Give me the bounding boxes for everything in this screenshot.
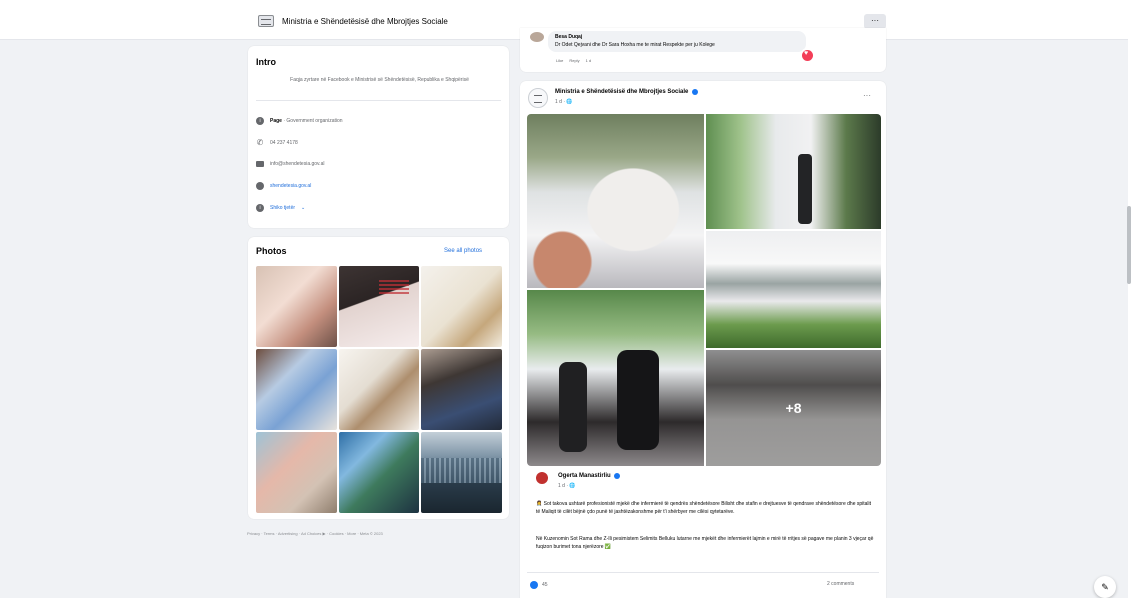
page-category-row: i Page · Government organization bbox=[256, 116, 343, 126]
more-photos-count[interactable]: +8 bbox=[706, 350, 881, 466]
comment-bubble: Besa Duqaj Dr Odet Qejvani dhe Dr Sara H… bbox=[548, 31, 806, 52]
photo-collage: +8 bbox=[527, 114, 881, 466]
avatar[interactable] bbox=[530, 32, 544, 42]
website-link[interactable]: shendetesia.gov.al bbox=[270, 183, 311, 189]
website-row[interactable]: shendetesia.gov.al bbox=[256, 181, 311, 191]
collage-photo[interactable] bbox=[527, 290, 704, 466]
compose-message-button[interactable]: ✎ bbox=[1094, 576, 1116, 598]
collage-photo[interactable]: +8 bbox=[706, 350, 881, 466]
post-more-button[interactable]: ··· bbox=[863, 91, 871, 100]
post-author-name[interactable]: Ministria e Shëndetësisë dhe Mbrojtjes S… bbox=[555, 89, 688, 95]
photo-thumbnail[interactable] bbox=[421, 266, 502, 347]
photo-grid bbox=[256, 266, 502, 513]
shared-body-paragraph: 👩‍⚕️ Sot takova ushtarë profesionistë mj… bbox=[536, 501, 872, 515]
shared-post: Ogerta Manastirliu 1 d · 🌐 👩‍⚕️ Sot tako… bbox=[527, 470, 881, 567]
post-card: Ministria e Shëndetësisë dhe Mbrojtjes S… bbox=[520, 81, 886, 598]
chevron-down-icon: ⌄ bbox=[301, 205, 306, 211]
email-row: info@shendetesia.gov.al bbox=[256, 159, 324, 169]
email-icon bbox=[256, 161, 264, 167]
phone-number: 04 237 4178 bbox=[270, 140, 298, 146]
comment-author[interactable]: Besa Duqaj bbox=[555, 34, 799, 40]
edit-icon: ✎ bbox=[1101, 582, 1109, 592]
info-icon: i bbox=[256, 117, 264, 125]
page-title[interactable]: Ministria e Shëndetësisë dhe Mbrojtjes S… bbox=[282, 17, 448, 26]
divider bbox=[256, 100, 501, 101]
email-address: info@shendetesia.gov.al bbox=[270, 161, 325, 167]
verified-badge-icon bbox=[692, 89, 699, 95]
intro-title: Intro bbox=[256, 57, 276, 67]
globe-icon bbox=[256, 182, 264, 190]
collage-photo[interactable] bbox=[706, 231, 881, 348]
photo-thumbnail[interactable] bbox=[421, 349, 502, 430]
comment-text: Dr Odet Qejvani dhe Dr Sara Hoxha me te … bbox=[555, 42, 715, 48]
page-category: · Government organization bbox=[281, 118, 343, 124]
post-author: Ministria e Shëndetësisë dhe Mbrojtjes S… bbox=[555, 89, 699, 95]
collage-photo[interactable] bbox=[527, 114, 704, 288]
photo-thumbnail[interactable] bbox=[256, 432, 337, 513]
photos-card: Photos See all photos bbox=[248, 237, 509, 519]
like-reaction-icon bbox=[530, 581, 538, 589]
intro-description: Faqja zyrtare në Facebook e Ministrisë s… bbox=[290, 77, 469, 83]
comment-timestamp[interactable]: 1 d bbox=[586, 58, 592, 63]
more-options-button[interactable]: ··· bbox=[864, 14, 886, 29]
shared-author: Ogerta Manastirliu bbox=[558, 473, 620, 479]
phone-row: ✆ 04 237 4178 bbox=[256, 138, 298, 148]
photos-title: Photos bbox=[256, 246, 287, 256]
shared-meta[interactable]: 1 d · 🌐 bbox=[558, 483, 576, 489]
post-meta[interactable]: 1 d · 🌐 bbox=[555, 99, 573, 105]
photo-thumbnail[interactable] bbox=[338, 349, 420, 430]
footer-links[interactable]: Privacy · Terms · Advertising · Ad Choic… bbox=[247, 531, 509, 536]
heart-reaction-icon[interactable] bbox=[802, 50, 813, 61]
verified-badge-icon bbox=[613, 473, 620, 479]
see-all-photos-link[interactable]: See all photos bbox=[444, 248, 482, 254]
reactions-summary[interactable]: 45 bbox=[530, 581, 548, 589]
comment-like-button[interactable]: Like bbox=[556, 58, 563, 63]
comment-card: Besa Duqaj Dr Odet Qejvani dhe Dr Sara H… bbox=[520, 28, 886, 72]
right-edge bbox=[1128, 0, 1132, 598]
divider bbox=[527, 572, 879, 573]
scrollbar-thumb[interactable] bbox=[1127, 206, 1131, 284]
see-more-row[interactable]: i Shiko tjetër ⌄ bbox=[256, 203, 305, 213]
shared-body-paragraph: Në Kuzenomin Sot Rama dhe Z-Ili pesimist… bbox=[536, 536, 874, 550]
photo-thumbnail[interactable] bbox=[338, 432, 420, 513]
comment-actions: Like Reply 1 d bbox=[556, 58, 591, 63]
shared-author-name[interactable]: Ogerta Manastirliu bbox=[558, 473, 611, 479]
page-label: Page bbox=[270, 118, 282, 124]
page-avatar[interactable] bbox=[528, 88, 548, 108]
photo-thumbnail[interactable] bbox=[256, 349, 337, 430]
info-icon: i bbox=[256, 204, 264, 212]
intro-card: Intro Faqja zyrtare në Facebook e Minist… bbox=[248, 46, 509, 228]
comment-reply-button[interactable]: Reply bbox=[569, 58, 579, 63]
photo-thumbnail[interactable] bbox=[421, 432, 502, 513]
reactions-count[interactable]: 45 bbox=[542, 582, 548, 588]
photo-thumbnail[interactable] bbox=[256, 266, 337, 347]
see-more-link[interactable]: Shiko tjetër bbox=[270, 205, 295, 211]
avatar[interactable] bbox=[536, 472, 548, 484]
comments-count[interactable]: 2 comments bbox=[827, 581, 854, 587]
phone-icon: ✆ bbox=[256, 138, 264, 147]
photo-thumbnail[interactable] bbox=[338, 266, 420, 347]
collage-photo[interactable] bbox=[706, 114, 881, 229]
ministry-logo-icon[interactable] bbox=[258, 15, 274, 27]
